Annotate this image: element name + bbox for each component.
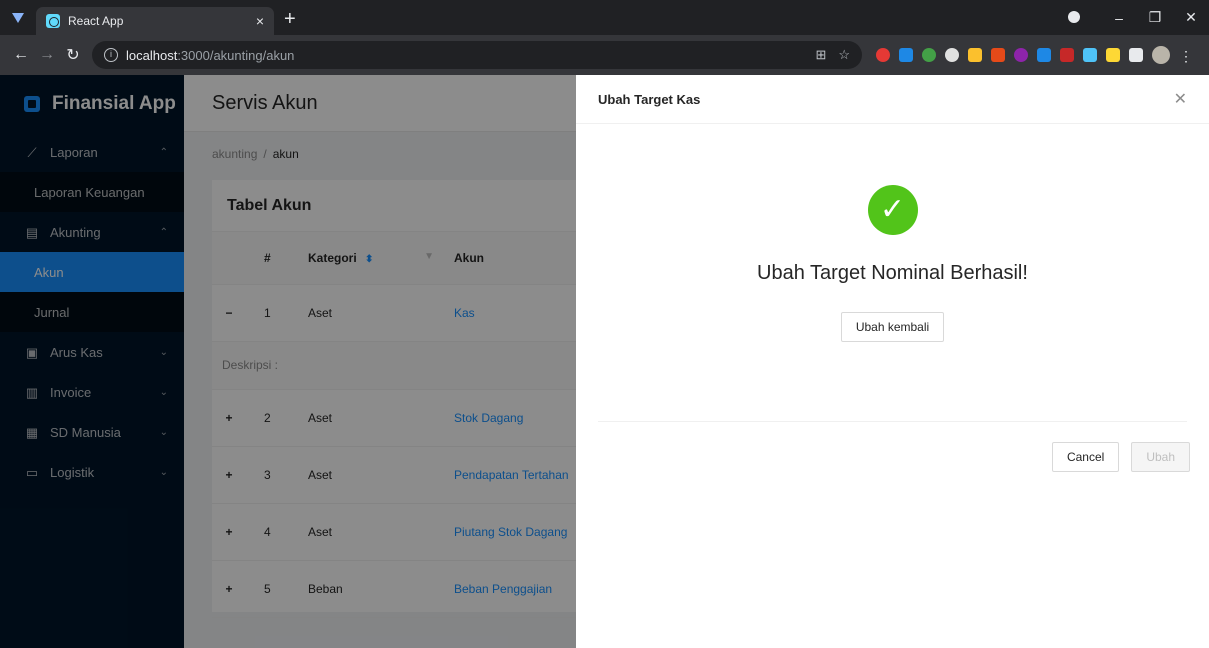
extension-note-icon[interactable]: [1106, 48, 1120, 62]
restore-icon[interactable]: ❐: [1137, 9, 1173, 26]
close-icon[interactable]: ✕: [1174, 89, 1187, 109]
drawer: Ubah Target Kas ✕ ✓ Ubah Target Nominal …: [576, 75, 1209, 648]
ubah-button[interactable]: Ubah: [1131, 442, 1190, 472]
adblock-icon[interactable]: [876, 48, 890, 62]
window-close-icon[interactable]: ✕: [1173, 9, 1209, 26]
react-favicon-icon: [46, 14, 60, 28]
result-panel: ✓ Ubah Target Nominal Berhasil! Ubah kem…: [598, 124, 1187, 422]
site-info-icon[interactable]: i: [104, 48, 118, 62]
extension-f-icon[interactable]: [899, 48, 913, 62]
browser-tab[interactable]: React App ×: [36, 7, 274, 35]
drawer-mask[interactable]: [0, 75, 576, 648]
success-check-icon: ✓: [867, 185, 918, 235]
profile-avatar[interactable]: [1152, 46, 1170, 64]
new-tab-button[interactable]: +: [274, 8, 306, 35]
extension-check-icon[interactable]: [1083, 48, 1097, 62]
bookmark-star-icon[interactable]: ☆: [838, 47, 850, 63]
extensions-puzzle-icon[interactable]: [1129, 48, 1143, 62]
drawer-title: Ubah Target Kas: [598, 91, 701, 107]
extension-bookmark-icon[interactable]: [1037, 48, 1051, 62]
url-path: :3000/akunting/akun: [177, 47, 295, 63]
extension-m-icon[interactable]: [1060, 48, 1074, 62]
translate-icon[interactable]: ⊞: [815, 47, 826, 63]
reload-icon[interactable]: ↻: [60, 45, 86, 65]
tab-close-icon[interactable]: ×: [256, 13, 264, 29]
window-controls: – ❐ ✕: [1065, 0, 1209, 35]
chrome-menu-icon[interactable]: ⋮: [1179, 48, 1193, 64]
address-bar[interactable]: i localhost :3000/akunting/akun ⊞ ☆: [92, 41, 862, 69]
back-icon[interactable]: ←: [8, 46, 34, 64]
forward-icon[interactable]: →: [34, 46, 60, 64]
profile-dropdown-icon[interactable]: [1065, 10, 1101, 26]
cancel-button[interactable]: Cancel: [1051, 442, 1120, 472]
drawer-header: Ubah Target Kas ✕: [576, 75, 1209, 124]
extension-globe-icon[interactable]: [945, 48, 959, 62]
drawer-footer: Cancel Ubah: [576, 422, 1209, 472]
extension-camera-icon[interactable]: [991, 48, 1005, 62]
browser-menu-icon[interactable]: [0, 0, 36, 35]
ubah-kembali-button[interactable]: Ubah kembali: [840, 312, 945, 342]
tab-title: React App: [68, 14, 124, 28]
extension-tag-icon[interactable]: [968, 48, 982, 62]
url-host: localhost: [126, 47, 178, 63]
result-title: Ubah Target Nominal Berhasil!: [757, 262, 1028, 284]
extension-lens-icon[interactable]: [1014, 48, 1028, 62]
browser-toolbar: ← → ↻ i localhost :3000/akunting/akun ⊞ …: [0, 35, 1209, 75]
browser-tabbar: React App × + – ❐ ✕: [0, 0, 1209, 35]
minimize-icon[interactable]: –: [1101, 10, 1137, 26]
extension-o-icon[interactable]: [922, 48, 936, 62]
extension-icons: ⋮: [876, 46, 1193, 64]
